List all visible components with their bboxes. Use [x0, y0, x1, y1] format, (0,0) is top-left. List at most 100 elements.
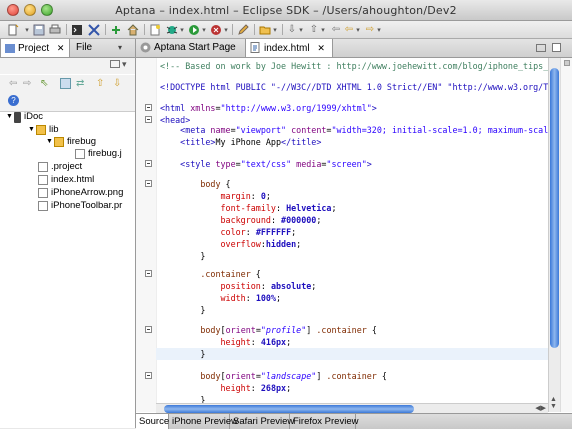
- save-icon[interactable]: [32, 23, 46, 36]
- new-icon[interactable]: [5, 23, 21, 36]
- print-icon[interactable]: [48, 23, 62, 36]
- fold-collapse-icon[interactable]: [145, 104, 152, 111]
- view-menu-icon[interactable]: ▾: [122, 59, 127, 70]
- fold-collapse-icon[interactable]: [145, 372, 152, 379]
- tree-item-iphonearrow[interactable]: iPhoneArrow.png: [38, 187, 123, 199]
- code-line: height: 416px;: [160, 337, 292, 347]
- tree-item-label: index.html: [51, 174, 95, 185]
- run-dropdown-arrow-icon[interactable]: ▾: [201, 23, 207, 36]
- scroll-left-right-arrows-icon[interactable]: ◀▶: [535, 404, 546, 413]
- next-annotation-dropdown-icon[interactable]: ▾: [298, 23, 304, 36]
- collapse-all-icon[interactable]: [60, 78, 71, 89]
- code-line: }: [160, 349, 206, 359]
- code-line: body {: [160, 179, 231, 189]
- overview-marker-icon: [564, 60, 570, 66]
- code-line: margin: 0;: [160, 191, 271, 201]
- tab-aptana-start-page[interactable]: Aptana Start Page: [136, 39, 244, 57]
- debug-perspective-icon[interactable]: [87, 23, 101, 36]
- project-explorer-panel: Project ✕ File ▾ ▾ ⇦ ⇨ ⇖ ⇄ ⇧ ⇩ ? ▼ iDoc …: [0, 39, 136, 428]
- folder-dropdown-arrow-icon[interactable]: ▾: [272, 23, 278, 36]
- code-line: <!-- Based on work by Joe Hewitt : http:…: [160, 61, 548, 71]
- minimize-icon[interactable]: [110, 60, 120, 68]
- tab-index-html[interactable]: index.html ✕: [245, 39, 333, 57]
- run-icon[interactable]: [187, 23, 201, 36]
- fold-collapse-icon[interactable]: [145, 270, 152, 277]
- code-line: position: absolute;: [160, 281, 317, 291]
- code-line: <html xmlns="http://www.w3.org/1999/xhtm…: [160, 103, 377, 113]
- tree-item-lib[interactable]: ▼ lib: [28, 124, 59, 136]
- tab-label: index.html: [264, 43, 310, 54]
- tree-item-label: firebug.j: [88, 148, 122, 159]
- terminal-icon[interactable]: [70, 23, 84, 36]
- tree-item-label: iPhoneToolbar.pr: [51, 200, 123, 211]
- previous-annotation-dropdown-icon[interactable]: ▾: [320, 23, 326, 36]
- fold-collapse-icon[interactable]: [145, 160, 152, 167]
- code-line: color: #FFFFFF;: [160, 227, 297, 237]
- expand-arrow-icon[interactable]: ▼: [28, 124, 36, 136]
- maximize-icon[interactable]: [552, 43, 561, 52]
- tree-item-firebug[interactable]: ▼ firebug: [46, 136, 96, 148]
- tab-project[interactable]: Project ✕: [0, 39, 70, 57]
- link-with-editor-icon[interactable]: ⇄: [76, 78, 84, 89]
- close-icon[interactable]: ✕: [57, 43, 65, 53]
- tree-item-project[interactable]: .project: [38, 161, 82, 173]
- panel-menu-icon[interactable]: ▾: [118, 39, 135, 57]
- image-file-icon: [38, 188, 48, 198]
- tree-item-iphonetoolbar[interactable]: iPhoneToolbar.pr: [38, 200, 122, 212]
- up-folder-icon[interactable]: ⇖: [40, 78, 48, 89]
- new-dropdown-arrow-icon[interactable]: ▾: [24, 23, 30, 36]
- horizontal-scrollbar-thumb[interactable]: [164, 405, 414, 413]
- up-icon[interactable]: ⇧: [96, 78, 104, 89]
- back-icon[interactable]: ⇦: [343, 23, 355, 36]
- code-line: }: [160, 305, 206, 315]
- code-line: }: [160, 251, 206, 261]
- back-icon[interactable]: ⇦: [9, 78, 17, 89]
- plugin-icon[interactable]: [109, 23, 123, 36]
- previous-annotation-icon[interactable]: ⇧: [308, 23, 320, 36]
- tab-firefox-preview[interactable]: Firefox Preview: [290, 414, 358, 429]
- tree-item-firebug-js[interactable]: firebug.j: [75, 148, 122, 160]
- fold-collapse-icon[interactable]: [145, 180, 152, 187]
- folder-icon: [36, 125, 46, 135]
- expand-arrow-icon[interactable]: ▼: [6, 111, 14, 123]
- tree-item-label: lib: [49, 124, 59, 135]
- tree-item-index-html[interactable]: index.html: [38, 174, 94, 186]
- fold-collapse-icon[interactable]: [145, 116, 152, 123]
- tree-item-idoc[interactable]: ▼ iDoc: [6, 111, 43, 123]
- fold-collapse-icon[interactable]: [145, 326, 152, 333]
- code-line: <meta name="viewport" content="width=320…: [160, 125, 548, 135]
- scroll-arrows-icon[interactable]: ▲ ▼: [550, 396, 557, 410]
- close-icon[interactable]: ✕: [317, 43, 325, 53]
- html-file-icon: [38, 175, 48, 185]
- minimize-icon[interactable]: [536, 44, 546, 52]
- tree-item-label: firebug: [67, 136, 97, 147]
- new-file-wizard-icon[interactable]: [148, 23, 162, 36]
- main-toolbar: ▾ ▾ ▾ ▾ ▾ ⇩ ▾ ⇧ ▾ ⇦ ⇦ ▾ ⇨ ▾: [0, 21, 572, 39]
- expand-arrow-icon[interactable]: ▼: [46, 136, 54, 148]
- external-tools-icon[interactable]: [209, 23, 223, 36]
- tab-iphone-preview[interactable]: iPhone Preview: [169, 414, 238, 429]
- open-folder-icon[interactable]: [258, 23, 272, 36]
- overview-ruler: [560, 58, 572, 412]
- code-line: <!DOCTYPE html PUBLIC "-//W3C//DTD XHTML…: [160, 82, 548, 92]
- tab-file[interactable]: File: [72, 39, 112, 57]
- next-annotation-icon[interactable]: ⇩: [286, 23, 298, 36]
- code-editor[interactable]: <!-- Based on work by Joe Hewitt : http:…: [136, 58, 548, 412]
- editor-tabs: Aptana Start Page index.html ✕: [136, 39, 572, 58]
- debug-dropdown-arrow-icon[interactable]: ▾: [179, 23, 185, 36]
- forward-dropdown-arrow-icon[interactable]: ▾: [376, 23, 382, 36]
- forward-icon[interactable]: ⇨: [23, 78, 31, 89]
- back-dropdown-arrow-icon[interactable]: ▾: [355, 23, 361, 36]
- vertical-scrollbar-thumb[interactable]: [550, 68, 559, 348]
- home-icon[interactable]: [126, 23, 140, 36]
- down-icon[interactable]: ⇩: [113, 78, 121, 89]
- code-line: background: #000000;: [160, 215, 322, 225]
- pencil-icon[interactable]: [236, 23, 250, 36]
- forward-icon[interactable]: ⇨: [364, 23, 376, 36]
- tab-safari-preview[interactable]: Safari Preview: [230, 414, 294, 429]
- help-icon[interactable]: ?: [8, 95, 19, 106]
- tab-source[interactable]: Source: [136, 414, 169, 429]
- debug-icon[interactable]: [165, 23, 179, 36]
- tools-dropdown-arrow-icon[interactable]: ▾: [223, 23, 229, 36]
- last-edit-location-icon[interactable]: ⇦: [330, 23, 342, 36]
